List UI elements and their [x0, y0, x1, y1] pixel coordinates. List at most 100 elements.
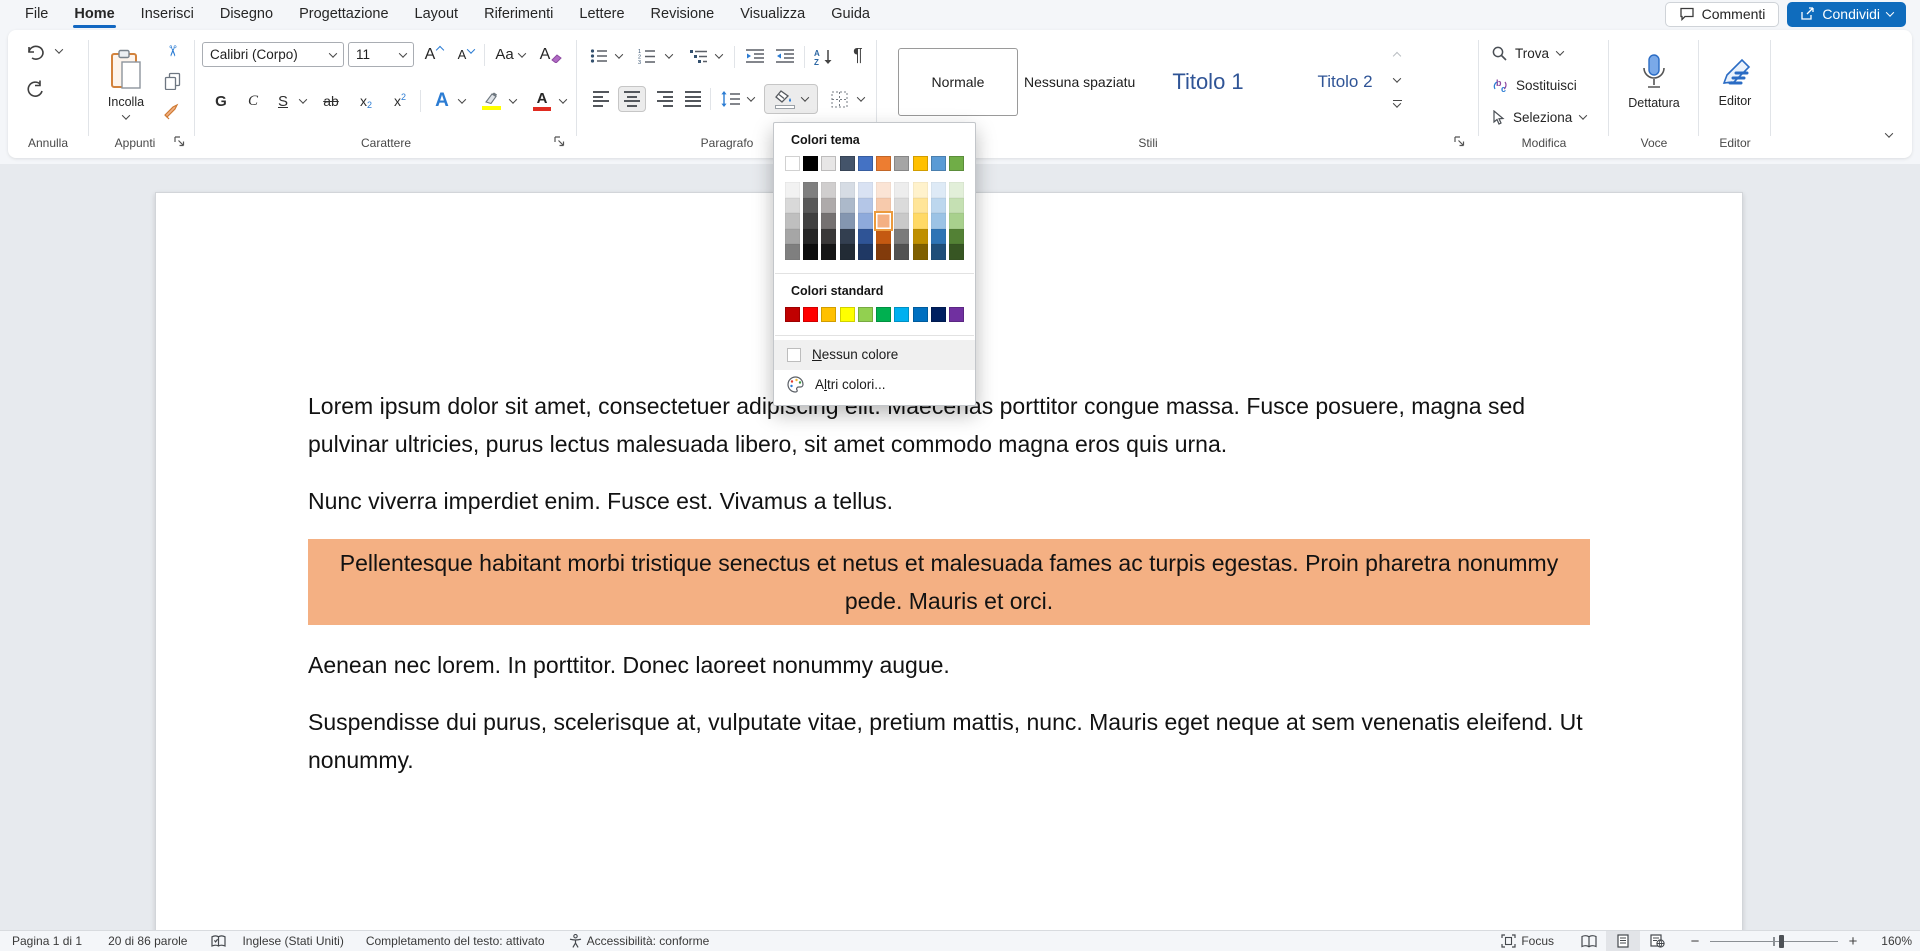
theme-variant-swatch[interactable] [803, 213, 818, 229]
standard-color-swatch[interactable] [821, 307, 836, 322]
zoom-level[interactable]: 160% [1874, 934, 1912, 948]
theme-variant-swatch[interactable] [858, 198, 873, 214]
standard-color-swatch[interactable] [949, 307, 964, 322]
underline-button[interactable]: S [270, 88, 296, 114]
style-normale[interactable]: Normale [898, 48, 1018, 116]
theme-variant-swatch[interactable] [785, 229, 800, 245]
clear-formatting-button[interactable]: A [536, 42, 566, 67]
dictate-button[interactable]: Dettatura [1616, 36, 1692, 128]
no-color-menu-item[interactable]: Nessun colore [774, 340, 975, 370]
theme-variant-swatch[interactable] [949, 229, 964, 245]
standard-color-swatch[interactable] [931, 307, 946, 322]
page-count-status[interactable]: Pagina 1 di 1 [12, 934, 82, 948]
theme-variant-swatch[interactable] [858, 244, 873, 260]
font-color-chevron[interactable] [559, 95, 567, 103]
highlight-color-button[interactable] [476, 88, 506, 114]
tab-visualizza[interactable]: Visualizza [727, 1, 818, 28]
subscript-button[interactable]: x2 [352, 88, 380, 114]
underline-dropdown-chevron[interactable] [299, 95, 307, 103]
theme-variant-swatch[interactable] [931, 213, 946, 229]
replace-button[interactable]: bc Sostituisci [1488, 72, 1600, 98]
align-right-button[interactable] [652, 86, 678, 112]
tab-progettazione[interactable]: Progettazione [286, 1, 401, 28]
style-nessuna-spaziatura[interactable]: Nessuna spaziatura [1024, 48, 1136, 116]
bullets-chevron[interactable] [615, 50, 623, 58]
grow-font-button[interactable]: A [420, 42, 448, 67]
theme-color-swatch[interactable] [931, 156, 946, 171]
theme-variant-swatch[interactable] [840, 213, 855, 229]
accessibility-status[interactable]: Accessibilità: conforme [569, 934, 710, 948]
theme-variant-swatch[interactable] [840, 198, 855, 214]
theme-color-swatch[interactable] [894, 156, 909, 171]
theme-variant-swatch[interactable] [876, 182, 891, 198]
theme-variant-swatch[interactable] [913, 244, 928, 260]
theme-variant-swatch[interactable] [913, 182, 928, 198]
paragraph[interactable]: Nunc viverra imperdiet enim. Fusce est. … [308, 482, 1590, 520]
theme-variant-swatch[interactable] [858, 182, 873, 198]
styles-gallery-expand-button[interactable] [1386, 92, 1408, 116]
language-status[interactable]: Inglese (Stati Uniti) [242, 934, 343, 948]
theme-color-swatch[interactable] [840, 156, 855, 171]
text-prediction-status[interactable]: Completamento del testo: attivato [366, 934, 545, 948]
bold-button[interactable]: G [208, 88, 234, 114]
copy-button[interactable] [160, 70, 184, 92]
paste-button[interactable]: Incolla [98, 36, 154, 132]
paragraph[interactable]: Suspendisse dui purus, scelerisque at, v… [308, 703, 1590, 779]
theme-variant-swatch[interactable] [931, 244, 946, 260]
theme-variant-swatch[interactable] [894, 213, 909, 229]
theme-variant-swatch[interactable] [858, 213, 873, 229]
comments-button[interactable]: Commenti [1665, 2, 1780, 27]
theme-variant-swatch[interactable] [894, 182, 909, 198]
theme-variant-swatch[interactable] [803, 244, 818, 260]
theme-color-swatch[interactable] [858, 156, 873, 171]
more-colors-menu-item[interactable]: Altri colori... [774, 370, 975, 400]
change-case-button[interactable]: Aa [490, 42, 530, 67]
decrease-indent-button[interactable] [742, 44, 768, 68]
theme-variant-swatch[interactable] [913, 198, 928, 214]
theme-variant-swatch[interactable] [913, 229, 928, 245]
styles-scroll-up-button[interactable] [1386, 44, 1408, 68]
format-painter-button[interactable] [160, 100, 184, 122]
zoom-out-button[interactable]: − [1688, 933, 1702, 950]
theme-variant-swatch[interactable] [876, 229, 891, 245]
undo-button[interactable] [22, 40, 48, 66]
theme-variant-swatch[interactable] [821, 198, 836, 214]
shading-chevron[interactable] [800, 93, 808, 101]
standard-color-swatch[interactable] [913, 307, 928, 322]
highlight-color-chevron[interactable] [509, 95, 517, 103]
theme-variant-swatch[interactable] [949, 244, 964, 260]
read-mode-view-button[interactable] [1572, 931, 1606, 951]
theme-variant-swatch[interactable] [785, 213, 800, 229]
zoom-in-button[interactable]: + [1846, 933, 1860, 950]
redo-button[interactable] [22, 76, 48, 102]
strikethrough-button[interactable]: ab [316, 88, 346, 114]
align-center-button[interactable] [618, 86, 646, 112]
proofing-status[interactable] [211, 935, 226, 948]
tab-file[interactable]: File [12, 1, 61, 28]
multilevel-list-button[interactable] [686, 44, 712, 68]
theme-variant-swatch[interactable] [821, 229, 836, 245]
justify-button[interactable] [680, 86, 706, 112]
theme-variant-swatch[interactable] [931, 229, 946, 245]
theme-variant-swatch[interactable] [785, 198, 800, 214]
tab-home[interactable]: Home [61, 1, 127, 28]
tab-riferimenti[interactable]: Riferimenti [471, 1, 566, 28]
theme-variant-swatch[interactable] [840, 229, 855, 245]
theme-variant-swatch[interactable] [785, 182, 800, 198]
theme-color-swatch[interactable] [949, 156, 964, 171]
tab-inserisci[interactable]: Inserisci [128, 1, 207, 28]
theme-variant-swatch[interactable] [803, 229, 818, 245]
theme-variant-swatch[interactable] [858, 229, 873, 245]
standard-color-swatch[interactable] [785, 307, 800, 322]
multilevel-chevron[interactable] [715, 50, 723, 58]
theme-variant-swatch[interactable] [785, 244, 800, 260]
theme-variant-swatch[interactable] [821, 213, 836, 229]
style-titolo-1[interactable]: Titolo 1 [1150, 48, 1266, 116]
stili-dialog-launcher[interactable] [1454, 136, 1468, 150]
theme-color-swatch[interactable] [785, 156, 800, 171]
theme-color-swatch[interactable] [876, 156, 891, 171]
shrink-font-button[interactable]: A [452, 42, 480, 67]
tab-lettere[interactable]: Lettere [566, 1, 637, 28]
tab-revisione[interactable]: Revisione [638, 1, 728, 28]
theme-variant-swatch[interactable] [931, 182, 946, 198]
